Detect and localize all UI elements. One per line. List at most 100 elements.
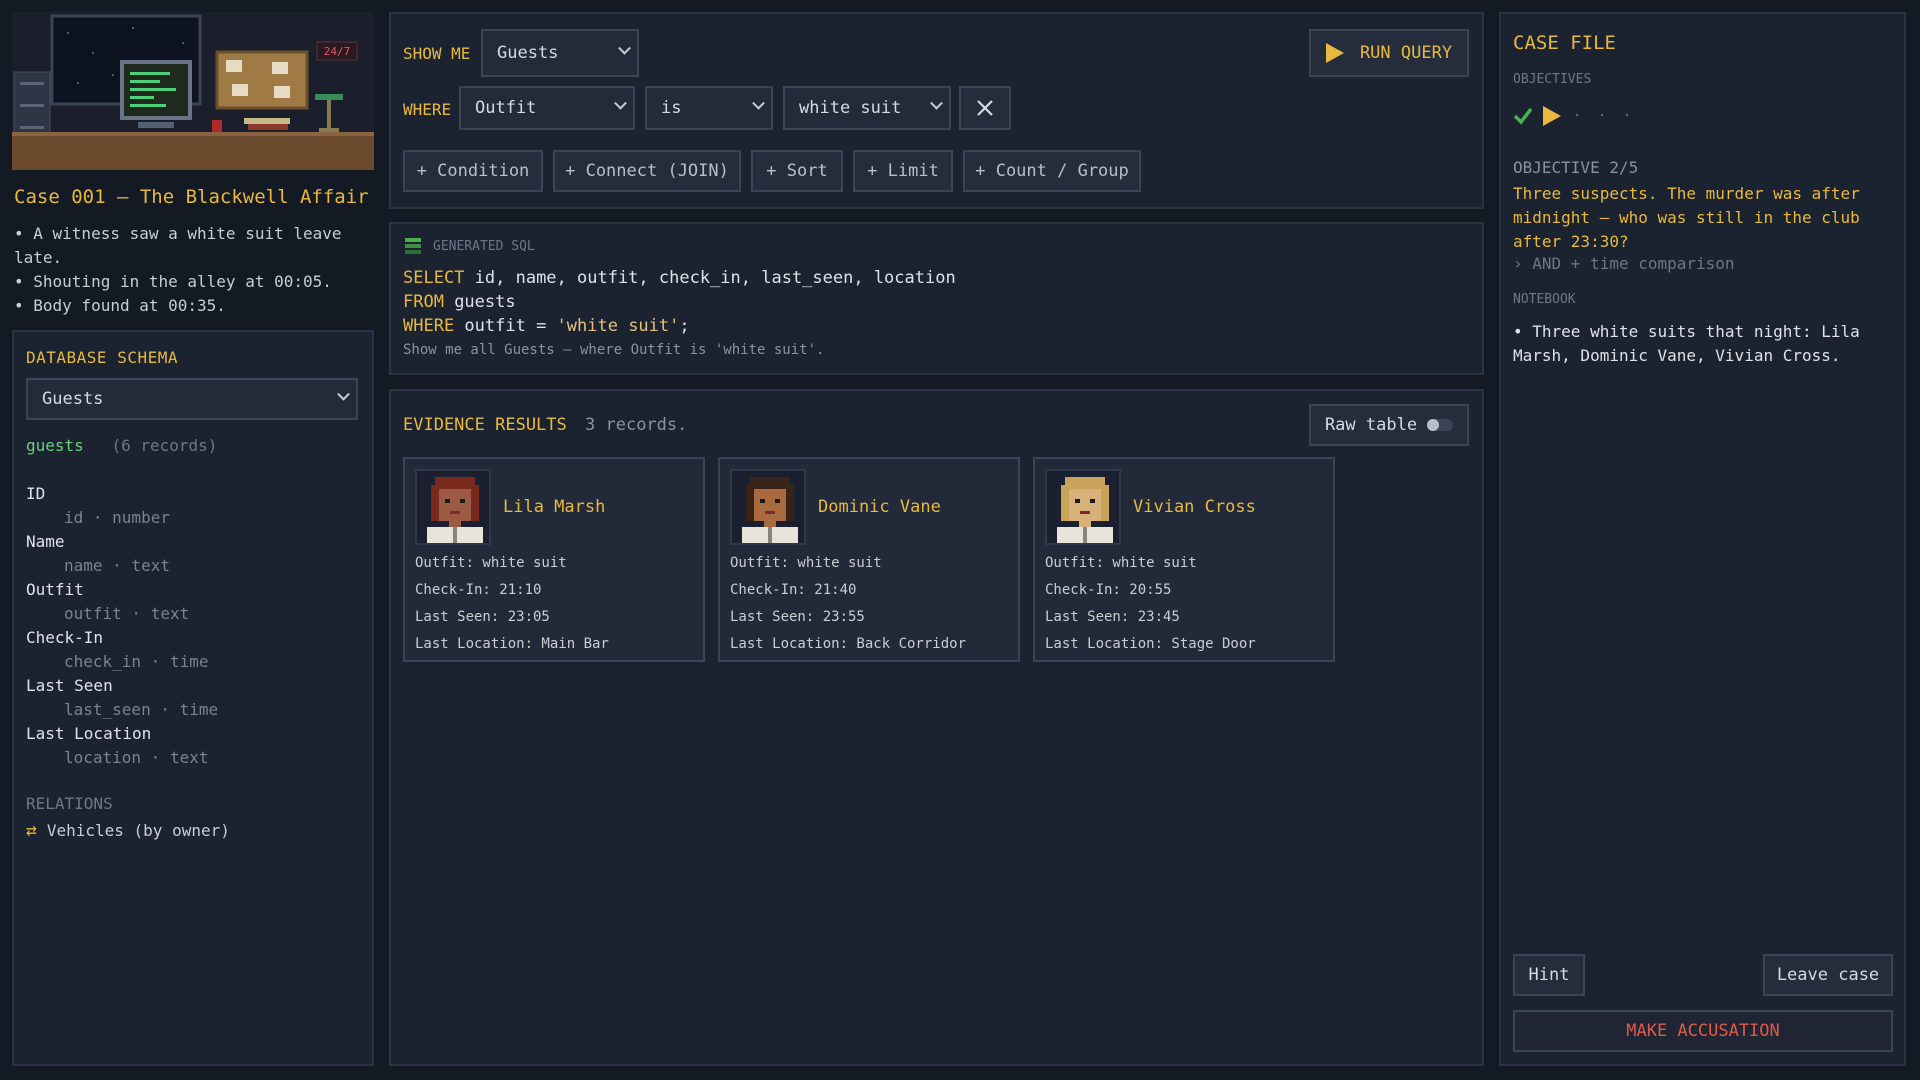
field-label: ID	[26, 484, 46, 503]
suspect-portrait	[730, 469, 806, 545]
query-builder-panel: SHOW ME Guests RUN QUERY WHERE Outfit is…	[389, 12, 1484, 209]
suspect-last-location: Last Location: Main Bar	[415, 636, 609, 652]
field-column: id · number	[64, 508, 170, 527]
field-column: name · text	[64, 556, 170, 575]
relations-title: RELATIONS	[26, 794, 113, 813]
where-operator-value: is	[661, 98, 682, 118]
add-count-group-button[interactable]: + Count / Group	[963, 150, 1141, 192]
schema-title: DATABASE SCHEMA	[26, 348, 178, 367]
play-icon	[1325, 43, 1344, 63]
suspect-last-location: Last Location: Back Corridor	[730, 636, 967, 652]
suspect-check-in: Check-In: 21:10	[415, 582, 542, 598]
objective-text: Three suspects. The murder was after mid…	[1513, 184, 1860, 251]
schema-table-heading: guests (6 records)	[26, 436, 217, 455]
results-count: 3 records.	[585, 415, 688, 435]
field-label: Check-In	[26, 628, 104, 647]
suspect-outfit: Outfit: white suit	[730, 555, 882, 571]
results-header: EVIDENCE RESULTS 3 records.	[403, 415, 687, 435]
sql-text: guests	[443, 292, 516, 312]
evidence-results-panel: EVIDENCE RESULTS 3 records. Raw table Li…	[389, 389, 1484, 1066]
chevron-down-icon	[337, 387, 350, 401]
suspect-name: Lila Marsh	[503, 497, 606, 517]
toggle-switch	[1427, 419, 1454, 431]
clue-item: • A witness saw a white suit leave late.	[14, 224, 342, 267]
clue-item: • Shouting in the alley at 00:05.	[14, 272, 332, 291]
where-value-value: white suit	[799, 98, 902, 118]
show-me-select[interactable]: Guests	[481, 29, 639, 77]
clue-item: • Body found at 00:35.	[14, 296, 226, 315]
sql-keyword: SELECT	[403, 268, 465, 288]
schema-table-select-value: Guests	[42, 389, 104, 409]
case-title: Case 001 — The Blackwell Affair	[14, 186, 369, 208]
suspect-portrait-icon	[417, 471, 489, 543]
add-condition-button[interactable]: + Condition	[403, 150, 543, 192]
chevron-down-icon	[930, 96, 943, 110]
sql-line: WHERE outfit = 'white suit';	[403, 314, 956, 338]
raw-table-toggle[interactable]: Raw table	[1309, 404, 1469, 446]
where-value-select[interactable]: white suit	[783, 86, 951, 130]
suspect-portrait	[1045, 469, 1121, 545]
notebook-label: NOTEBOOK	[1513, 292, 1576, 307]
suspect-outfit: Outfit: white suit	[415, 555, 567, 571]
show-me-label: SHOW ME	[403, 44, 471, 63]
objective-number: OBJECTIVE 2/5	[1513, 158, 1639, 177]
detective-office-art: 24/7	[12, 12, 374, 170]
where-field-value: Outfit	[475, 98, 537, 118]
chevron-down-icon	[614, 96, 627, 110]
schema-table-select[interactable]: Guests	[26, 378, 358, 420]
suspect-outfit: Outfit: white suit	[1045, 555, 1197, 571]
checkmark-icon	[1513, 107, 1533, 125]
sql-text: ;	[679, 316, 690, 336]
raw-table-label: Raw table	[1324, 415, 1418, 435]
suspect-portrait	[415, 469, 491, 545]
sql-line: FROM guests	[403, 290, 956, 314]
run-query-label: RUN QUERY	[1359, 43, 1453, 63]
add-sort-button[interactable]: + Sort	[751, 150, 843, 192]
show-me-select-value: Guests	[497, 43, 559, 63]
relation-item[interactable]: ⇄ Vehicles (by owner)	[26, 820, 230, 841]
sql-text: outfit =	[454, 316, 557, 336]
results-title: EVIDENCE RESULTS	[403, 415, 567, 435]
field-label: Name	[26, 532, 65, 551]
generated-sql-panel: GENERATED SQL SELECT id, name, outfit, c…	[389, 222, 1484, 375]
sql-header: GENERATED SQL	[405, 238, 535, 254]
field-label: Last Location	[26, 724, 152, 743]
suspect-last-seen: Last Seen: 23:05	[415, 609, 550, 625]
sql-plain-description: Show me all Guests — where Outfit is 'wh…	[403, 342, 825, 358]
remove-condition-button[interactable]	[959, 86, 1011, 130]
table-name: guests	[26, 436, 84, 455]
suspect-check-in: Check-In: 20:55	[1045, 582, 1172, 598]
objective-progress: · · ·	[1513, 106, 1635, 126]
field-column: check_in · time	[64, 652, 209, 671]
sql-code: SELECT id, name, outfit, check_in, last_…	[403, 266, 956, 338]
where-operator-select[interactable]: is	[645, 86, 773, 130]
add-join-button[interactable]: + Connect (JOIN)	[553, 150, 741, 192]
suspect-name: Vivian Cross	[1133, 497, 1256, 517]
field-column: last_seen · time	[64, 700, 219, 719]
leave-case-button[interactable]: Leave case	[1763, 954, 1893, 996]
close-icon	[977, 100, 993, 116]
suspect-card[interactable]: Lila Marsh Outfit: white suit Check-In: …	[403, 457, 705, 662]
objectives-label: OBJECTIVES	[1513, 72, 1592, 87]
field-label: Outfit	[26, 580, 84, 599]
add-limit-button[interactable]: + Limit	[853, 150, 953, 192]
hint-button[interactable]: Hint	[1513, 954, 1585, 996]
sql-title: GENERATED SQL	[433, 238, 535, 254]
notebook-entry: • Three white suits that night: Lila Mar…	[1513, 322, 1860, 365]
database-schema-panel: DATABASE SCHEMA Guests guests (6 records…	[12, 330, 374, 1066]
office-scene-illustration: 24/7	[12, 12, 374, 170]
suspect-portrait-icon	[732, 471, 804, 543]
suspect-card[interactable]: Vivian Cross Outfit: white suit Check-In…	[1033, 457, 1335, 662]
field-label: Last Seen	[26, 676, 113, 695]
suspect-last-seen: Last Seen: 23:45	[1045, 609, 1180, 625]
run-query-button[interactable]: RUN QUERY	[1309, 29, 1469, 77]
make-accusation-button[interactable]: MAKE ACCUSATION	[1513, 1010, 1893, 1052]
where-field-select[interactable]: Outfit	[459, 86, 635, 130]
open-sign: 24/7	[324, 45, 351, 58]
field-column: location · text	[64, 748, 209, 767]
suspect-portrait-icon	[1047, 471, 1119, 543]
database-icon	[405, 238, 421, 254]
sql-line: SELECT id, name, outfit, check_in, last_…	[403, 266, 956, 290]
suspect-card[interactable]: Dominic Vane Outfit: white suit Check-In…	[718, 457, 1020, 662]
swap-arrows-icon: ⇄	[26, 820, 37, 841]
